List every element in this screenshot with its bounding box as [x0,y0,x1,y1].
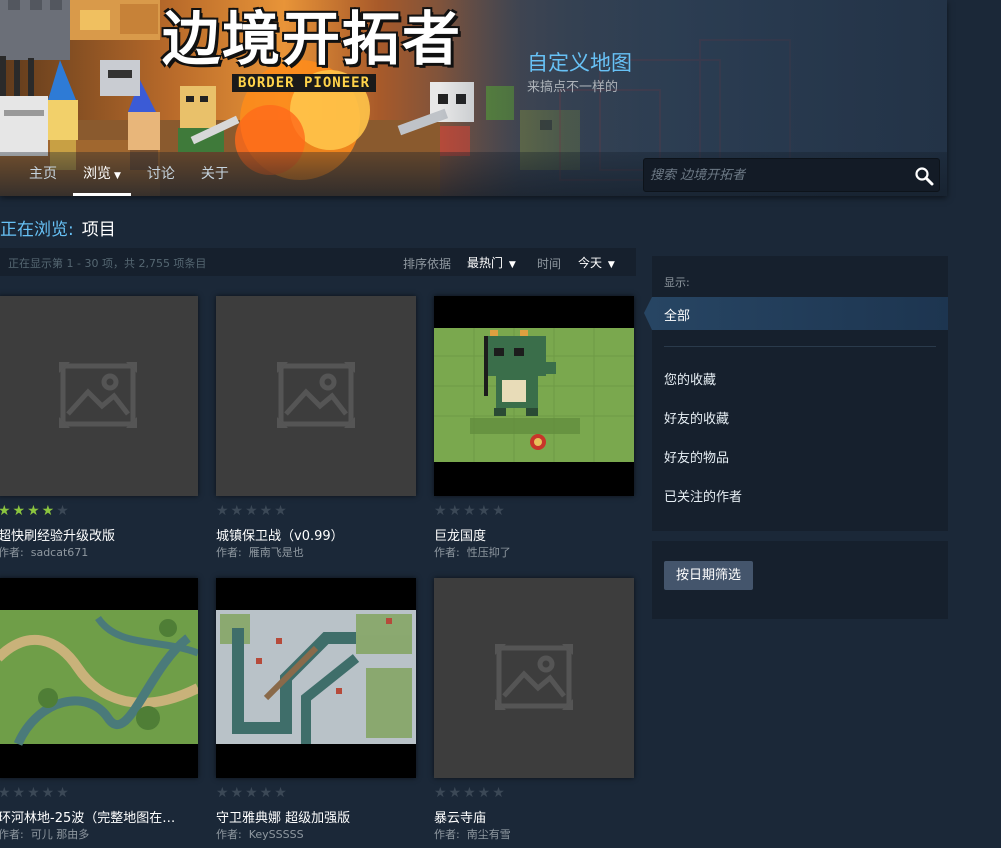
author-name[interactable]: sadcat671 [31,546,89,559]
workshop-item[interactable]: ★★★★★ 超快刷经验升级改版 作者: sadcat671 [0,296,198,559]
item-author: 作者: 可儿 那由多 [0,826,89,842]
item-title[interactable]: 暴云寺庙 [434,807,634,826]
rating-stars: ★★★★★ [434,785,507,801]
browsing-value: 项目 [81,220,116,240]
search-box [643,158,940,192]
chevron-down-icon: ▼ [114,171,121,181]
item-author: 作者: sadcat671 [0,544,88,560]
item-thumbnail[interactable] [0,296,198,496]
item-thumbnail[interactable] [434,296,634,496]
item-title[interactable]: 城镇保卫战（v0.99） [216,525,416,544]
rating-stars: ★★★★★ [216,785,289,801]
workshop-item[interactable]: ★★★★★ 守卫雅典娜 超级加强版 作者: KeySSSSS [216,578,416,841]
filter-option-all-label: 全部 [664,309,691,324]
time-label: 时间 [537,257,562,271]
nav-discussions-label: 讨论 [146,166,175,182]
author-name[interactable]: 可儿 那由多 [31,828,90,841]
logo-english-text: BORDER PIONEER [232,74,377,92]
item-thumbnail[interactable] [216,578,416,778]
filter-panel: 显示: 全部 您的收藏 好友的收藏 好友的物品 已关注的作者 [644,256,948,531]
date-filter-panel: 按日期筛选 [652,541,948,619]
author-label: 作者: [0,828,24,841]
nav-browse-label: 浏览 [83,166,111,182]
rating-stars: ★★★★★ [0,503,71,519]
item-thumbnail[interactable] [0,578,198,778]
image-placeholder-icon [59,362,137,428]
time-dropdown-value: 今天 [578,256,603,270]
divider [664,346,936,347]
item-author: 作者: 南尘有雪 [434,826,511,842]
page-subtitle: 来搞点不一样的 [527,80,619,95]
item-title[interactable]: 超快刷经验升级改版 [0,525,198,544]
author-label: 作者: [434,546,460,559]
item-thumbnail[interactable] [216,296,416,496]
workshop-item[interactable]: ★★★★★ 环河林地-25波（完整地图在… 作者: 可儿 那由多 [0,578,198,841]
workshop-item[interactable]: ★★★★★ 城镇保卫战（v0.99） 作者: 雁南飞是也 [216,296,416,559]
author-name[interactable]: 性压抑了 [467,546,511,559]
item-author: 作者: KeySSSSS [216,826,304,842]
item-title[interactable]: 环河林地-25波（完整地图在… [0,807,198,826]
nav-browse[interactable]: 浏览 ▼ [70,152,134,196]
top-nav: 主页 浏览 ▼ 讨论 关于 [0,152,242,196]
map-preview-image [216,610,416,744]
filter-option-your-favorites[interactable]: 您的收藏 [664,369,716,388]
map-preview-image [0,610,198,746]
active-arrow-icon [644,297,652,330]
filter-option-all[interactable]: 全部 [652,297,948,330]
author-name[interactable]: 雁南飞是也 [249,546,304,559]
nav-about[interactable]: 关于 [188,152,242,196]
author-label: 作者: [0,546,24,559]
item-author: 作者: 性压抑了 [434,544,511,560]
sort-bar: 正在显示第 1 - 30 项，共 2,755 项条目 排序依据 最热门 ▼ 时间… [0,248,636,276]
item-title[interactable]: 守卫雅典娜 超级加强版 [216,807,416,826]
image-placeholder-icon [495,644,573,710]
filter-show-label: 显示: [664,276,690,289]
rating-stars: ★★★★★ [434,503,507,519]
chevron-down-icon: ▼ [605,260,615,270]
filter-option-followed-authors[interactable]: 已关注的作者 [664,486,742,505]
rating-stars: ★★★★★ [0,785,71,801]
author-name[interactable]: KeySSSSS [249,828,304,841]
item-thumbnail[interactable] [434,578,634,778]
sort-by-label: 排序依据 [403,257,452,271]
author-label: 作者: [216,828,242,841]
author-name[interactable]: 南尘有雪 [467,828,511,841]
filter-option-friends-favorites[interactable]: 好友的收藏 [664,408,729,427]
item-author: 作者: 雁南飞是也 [216,544,304,560]
header-banner: 边境开拓者 BORDER PIONEER 自定义地图 来搞点不一样的 主页 浏览… [0,0,947,196]
nav-home[interactable]: 主页 [0,152,70,196]
rating-stars: ★★★★★ [216,503,289,519]
nav-home-label: 主页 [29,166,57,182]
browsing-label: 正在浏览: [0,220,74,240]
workshop-item[interactable]: ★★★★★ 巨龙国度 作者: 性压抑了 [434,296,634,559]
game-logo: 边境开拓者 BORDER PIONEER [162,6,462,92]
chevron-down-icon: ▼ [506,260,516,270]
search-input[interactable] [650,159,906,191]
image-placeholder-icon [277,362,355,428]
workshop-item[interactable]: ★★★★★ 暴云寺庙 作者: 南尘有雪 [434,578,634,841]
page-title[interactable]: 自定义地图 [527,47,632,77]
result-count: 正在显示第 1 - 30 项，共 2,755 项条目 [8,257,207,270]
nav-discussions[interactable]: 讨论 [134,152,188,196]
logo-chinese-text: 边境开拓者 [162,5,463,73]
search-icon[interactable] [914,166,934,186]
browsing-heading: 正在浏览: 项目 [0,215,116,240]
author-label: 作者: [216,546,242,559]
filter-by-date-button[interactable]: 按日期筛选 [664,561,753,590]
sort-dropdown[interactable]: 最热门 ▼ [467,254,516,271]
item-title[interactable]: 巨龙国度 [434,525,634,544]
filter-option-friends-items[interactable]: 好友的物品 [664,447,729,466]
sort-dropdown-value: 最热门 [467,256,504,270]
author-label: 作者: [434,828,460,841]
time-dropdown[interactable]: 今天 ▼ [578,254,615,271]
map-preview-image [434,328,634,462]
nav-about-label: 关于 [200,166,229,182]
